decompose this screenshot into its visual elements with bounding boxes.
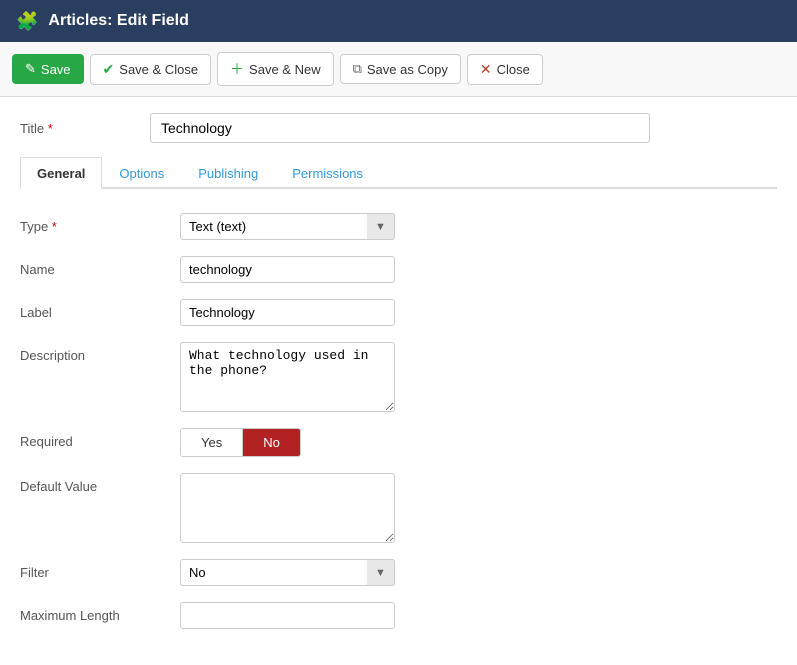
max-length-input[interactable] — [180, 602, 395, 629]
type-select[interactable]: Text (text) — [180, 213, 395, 240]
label-row: Label — [20, 299, 777, 326]
tab-general[interactable]: General — [20, 157, 102, 189]
filter-select-wrap: No Integer Float Username Email URL Raw … — [180, 559, 395, 586]
save-button[interactable]: ✎ Save — [12, 54, 84, 84]
save-copy-button[interactable]: ⧉ Save as Copy — [340, 54, 461, 84]
tab-permissions[interactable]: Permissions — [275, 157, 380, 189]
save-close-button[interactable]: ✔ Save & Close — [90, 54, 212, 85]
type-select-wrap: Text (text) ▼ — [180, 213, 395, 240]
title-input[interactable] — [150, 113, 650, 143]
check-icon: ✔ — [103, 61, 115, 78]
name-label: Name — [20, 256, 180, 277]
close-button[interactable]: ✕ Close — [467, 54, 543, 85]
label-input[interactable] — [180, 299, 395, 326]
copy-icon: ⧉ — [353, 61, 362, 77]
required-label: Required — [20, 428, 180, 449]
required-yes-button[interactable]: Yes — [181, 429, 242, 456]
description-label: Description — [20, 342, 180, 363]
puzzle-icon: 🧩 — [16, 11, 38, 32]
toolbar: ✎ Save ✔ Save & Close ＋ Save & New ⧉ Sav… — [0, 42, 797, 97]
tab-options[interactable]: Options — [102, 157, 181, 189]
title-label: Title — [20, 121, 150, 136]
plus-icon: ＋ — [230, 59, 244, 79]
filter-select[interactable]: No Integer Float Username Email URL Raw — [180, 559, 395, 586]
close-icon: ✕ — [480, 61, 492, 78]
title-row: Title — [20, 113, 777, 143]
name-input[interactable] — [180, 256, 395, 283]
description-textarea[interactable]: What technology used in the phone? — [180, 342, 395, 412]
type-row: Type Text (text) ▼ — [20, 213, 777, 240]
filter-row: Filter No Integer Float Username Email U… — [20, 559, 777, 586]
default-value-textarea[interactable] — [180, 473, 395, 543]
required-row: Required Yes No — [20, 428, 777, 457]
type-label: Type — [20, 213, 180, 234]
tab-publishing[interactable]: Publishing — [181, 157, 275, 189]
label-label: Label — [20, 299, 180, 320]
save-icon: ✎ — [25, 61, 36, 77]
page-title: Articles: Edit Field — [48, 12, 188, 30]
max-length-label: Maximum Length — [20, 602, 180, 623]
required-no-button[interactable]: No — [243, 429, 300, 456]
page-header: 🧩 Articles: Edit Field — [0, 0, 797, 42]
content-area: Title General Options Publishing Permiss… — [0, 97, 797, 665]
default-value-label: Default Value — [20, 473, 180, 494]
description-row: Description What technology used in the … — [20, 342, 777, 412]
tabs-bar: General Options Publishing Permissions — [20, 157, 777, 189]
filter-label: Filter — [20, 559, 180, 580]
default-value-row: Default Value — [20, 473, 777, 543]
max-length-row: Maximum Length — [20, 602, 777, 629]
save-new-button[interactable]: ＋ Save & New — [217, 52, 334, 86]
required-toggle: Yes No — [180, 428, 301, 457]
general-tab-content: Type Text (text) ▼ Name Label Descriptio… — [20, 209, 777, 649]
name-row: Name — [20, 256, 777, 283]
